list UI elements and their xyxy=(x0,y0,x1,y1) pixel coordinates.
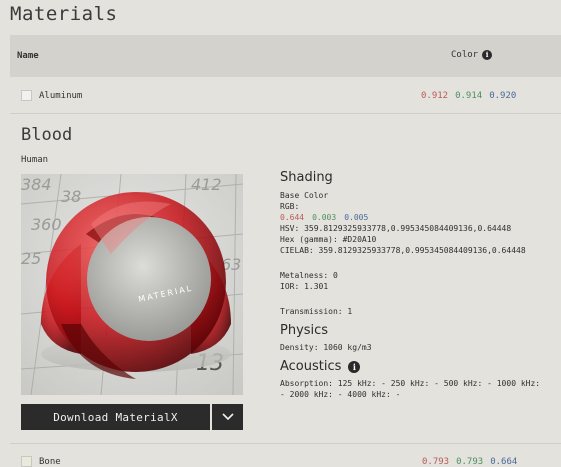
absorption-values: Absorption: 125 kHz: - 250 kHz: - 500 kH… xyxy=(280,379,541,388)
color-values: 0.912 0.914 0.920 xyxy=(421,91,516,101)
color-value-b: 0.920 xyxy=(489,91,517,101)
material-name: Bone xyxy=(39,457,61,467)
rgb-value-r: 0.644 xyxy=(280,213,305,222)
color-value-g: 0.793 xyxy=(456,457,484,467)
material-preview-image: 384 38 412 360 25 63 13 MATERIAL xyxy=(21,174,243,395)
column-header-color: Color i xyxy=(451,50,493,60)
table-row-aluminum[interactable]: Aluminum 0.912 0.914 0.920 xyxy=(10,78,561,114)
rgb-value-g: 0.003 xyxy=(312,213,337,222)
color-value-b: 0.664 xyxy=(490,457,518,467)
info-icon[interactable]: i xyxy=(348,361,361,373)
acoustics-heading-row: Acoustics i xyxy=(280,359,561,375)
material-properties: Shading Base Color RGB: 0.644 0.003 0.005 … xyxy=(280,170,561,400)
color-values: 0.793 0.793 0.664 xyxy=(422,457,517,467)
preview-number: 360 xyxy=(31,215,62,234)
download-options-dropdown[interactable] xyxy=(212,404,243,430)
color-swatch xyxy=(21,90,32,101)
material-name: Aluminum xyxy=(39,91,83,101)
rgb-label: RGB: xyxy=(280,202,300,211)
table-row-bone[interactable]: Bone 0.793 0.793 0.664 xyxy=(10,443,561,467)
column-header-name: Name xyxy=(17,51,39,61)
hsv-value: HSV: 359.8129325933778,0.995345084409136… xyxy=(280,224,512,233)
preview-number: 38 xyxy=(61,187,81,206)
material-detail-subtitle: Human xyxy=(21,155,49,165)
download-materialx-button[interactable]: Download MaterialX xyxy=(21,404,210,430)
chevron-down-icon xyxy=(221,413,234,421)
color-value-g: 0.914 xyxy=(455,91,483,101)
density-value: Density: 1060 kg/m3 xyxy=(280,343,372,352)
preview-number: 25 xyxy=(21,249,41,268)
absorption-values-continued: - 2000 kHz: - 4000 kHz: - xyxy=(280,390,401,399)
info-icon[interactable]: i xyxy=(482,50,493,60)
column-header-color-label: Color xyxy=(451,50,479,60)
transmission-value: Transmission: 1 xyxy=(280,307,353,316)
rgb-values: 0.644 0.003 0.005 xyxy=(280,212,561,223)
color-value-r: 0.912 xyxy=(421,91,449,101)
rgb-value-b: 0.005 xyxy=(344,213,369,222)
material-detail-title: Blood xyxy=(21,125,73,145)
color-swatch xyxy=(21,456,32,467)
hex-value: Hex (gamma): #D20A10 xyxy=(280,235,377,244)
table-header: Name Color i xyxy=(10,35,561,77)
color-value-r: 0.793 xyxy=(422,457,450,467)
page-title: Materials xyxy=(10,3,118,25)
physics-heading: Physics xyxy=(280,323,329,338)
acoustics-heading: Acoustics xyxy=(280,359,342,374)
cielab-value: CIELAB: 359.8129325933778,0.995345084409… xyxy=(280,246,526,255)
base-color-label: Base Color xyxy=(280,191,329,200)
ior-value: IOR: 1.301 xyxy=(280,282,329,291)
preview-number: 384 xyxy=(21,175,52,194)
metalness-value: Metalness: 0 xyxy=(280,271,338,280)
preview-number: 412 xyxy=(191,175,222,194)
shading-heading: Shading xyxy=(280,170,333,185)
